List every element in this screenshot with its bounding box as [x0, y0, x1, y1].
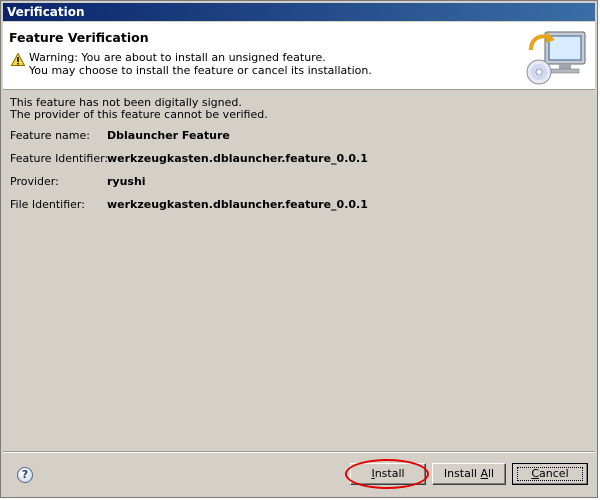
cancel-button[interactable]: Cancel: [512, 463, 588, 485]
dialog-header: Feature Verification Warning: You are ab…: [3, 22, 595, 90]
feature-identifier-label: Feature Identifier:: [10, 152, 109, 165]
window-title: Verification: [3, 3, 595, 21]
install-computer-icon: [526, 31, 586, 85]
dialog-body: This feature has not been digitally sign…: [3, 90, 595, 447]
install-all-label-rest: ll: [488, 467, 495, 480]
feature-name-value: Dblauncher Feature: [107, 129, 230, 142]
file-identifier-label: File Identifier:: [10, 198, 85, 211]
question-mark-icon[interactable]: ?: [17, 467, 33, 483]
install-all-mnemonic: A: [480, 467, 488, 480]
install-label: nstall: [374, 467, 405, 480]
file-identifier-value: werkzeugkasten.dblauncher.feature_0.0.1: [107, 198, 368, 211]
install-button[interactable]: Install: [350, 463, 426, 485]
warning-message-line2: You may choose to install the feature or…: [29, 64, 372, 77]
page-title: Feature Verification: [9, 30, 149, 45]
verification-dialog: Verification Feature Verification Warnin…: [0, 0, 598, 498]
provider-value: ryushi: [107, 175, 146, 188]
provider-label: Provider:: [10, 175, 59, 188]
warning-message-line1: Warning: You are about to install an uns…: [29, 51, 326, 64]
feature-name-label: Feature name:: [10, 129, 90, 142]
warning-triangle-icon: [11, 53, 25, 66]
focus-rectangle: [517, 467, 583, 481]
unsigned-message-line2: The provider of this feature cannot be v…: [10, 108, 268, 121]
feature-identifier-value: werkzeugkasten.dblauncher.feature_0.0.1: [107, 152, 368, 165]
install-all-label-pre: Install: [443, 467, 481, 480]
install-all-button[interactable]: Install All: [432, 463, 506, 485]
footer-separator: [3, 451, 595, 453]
